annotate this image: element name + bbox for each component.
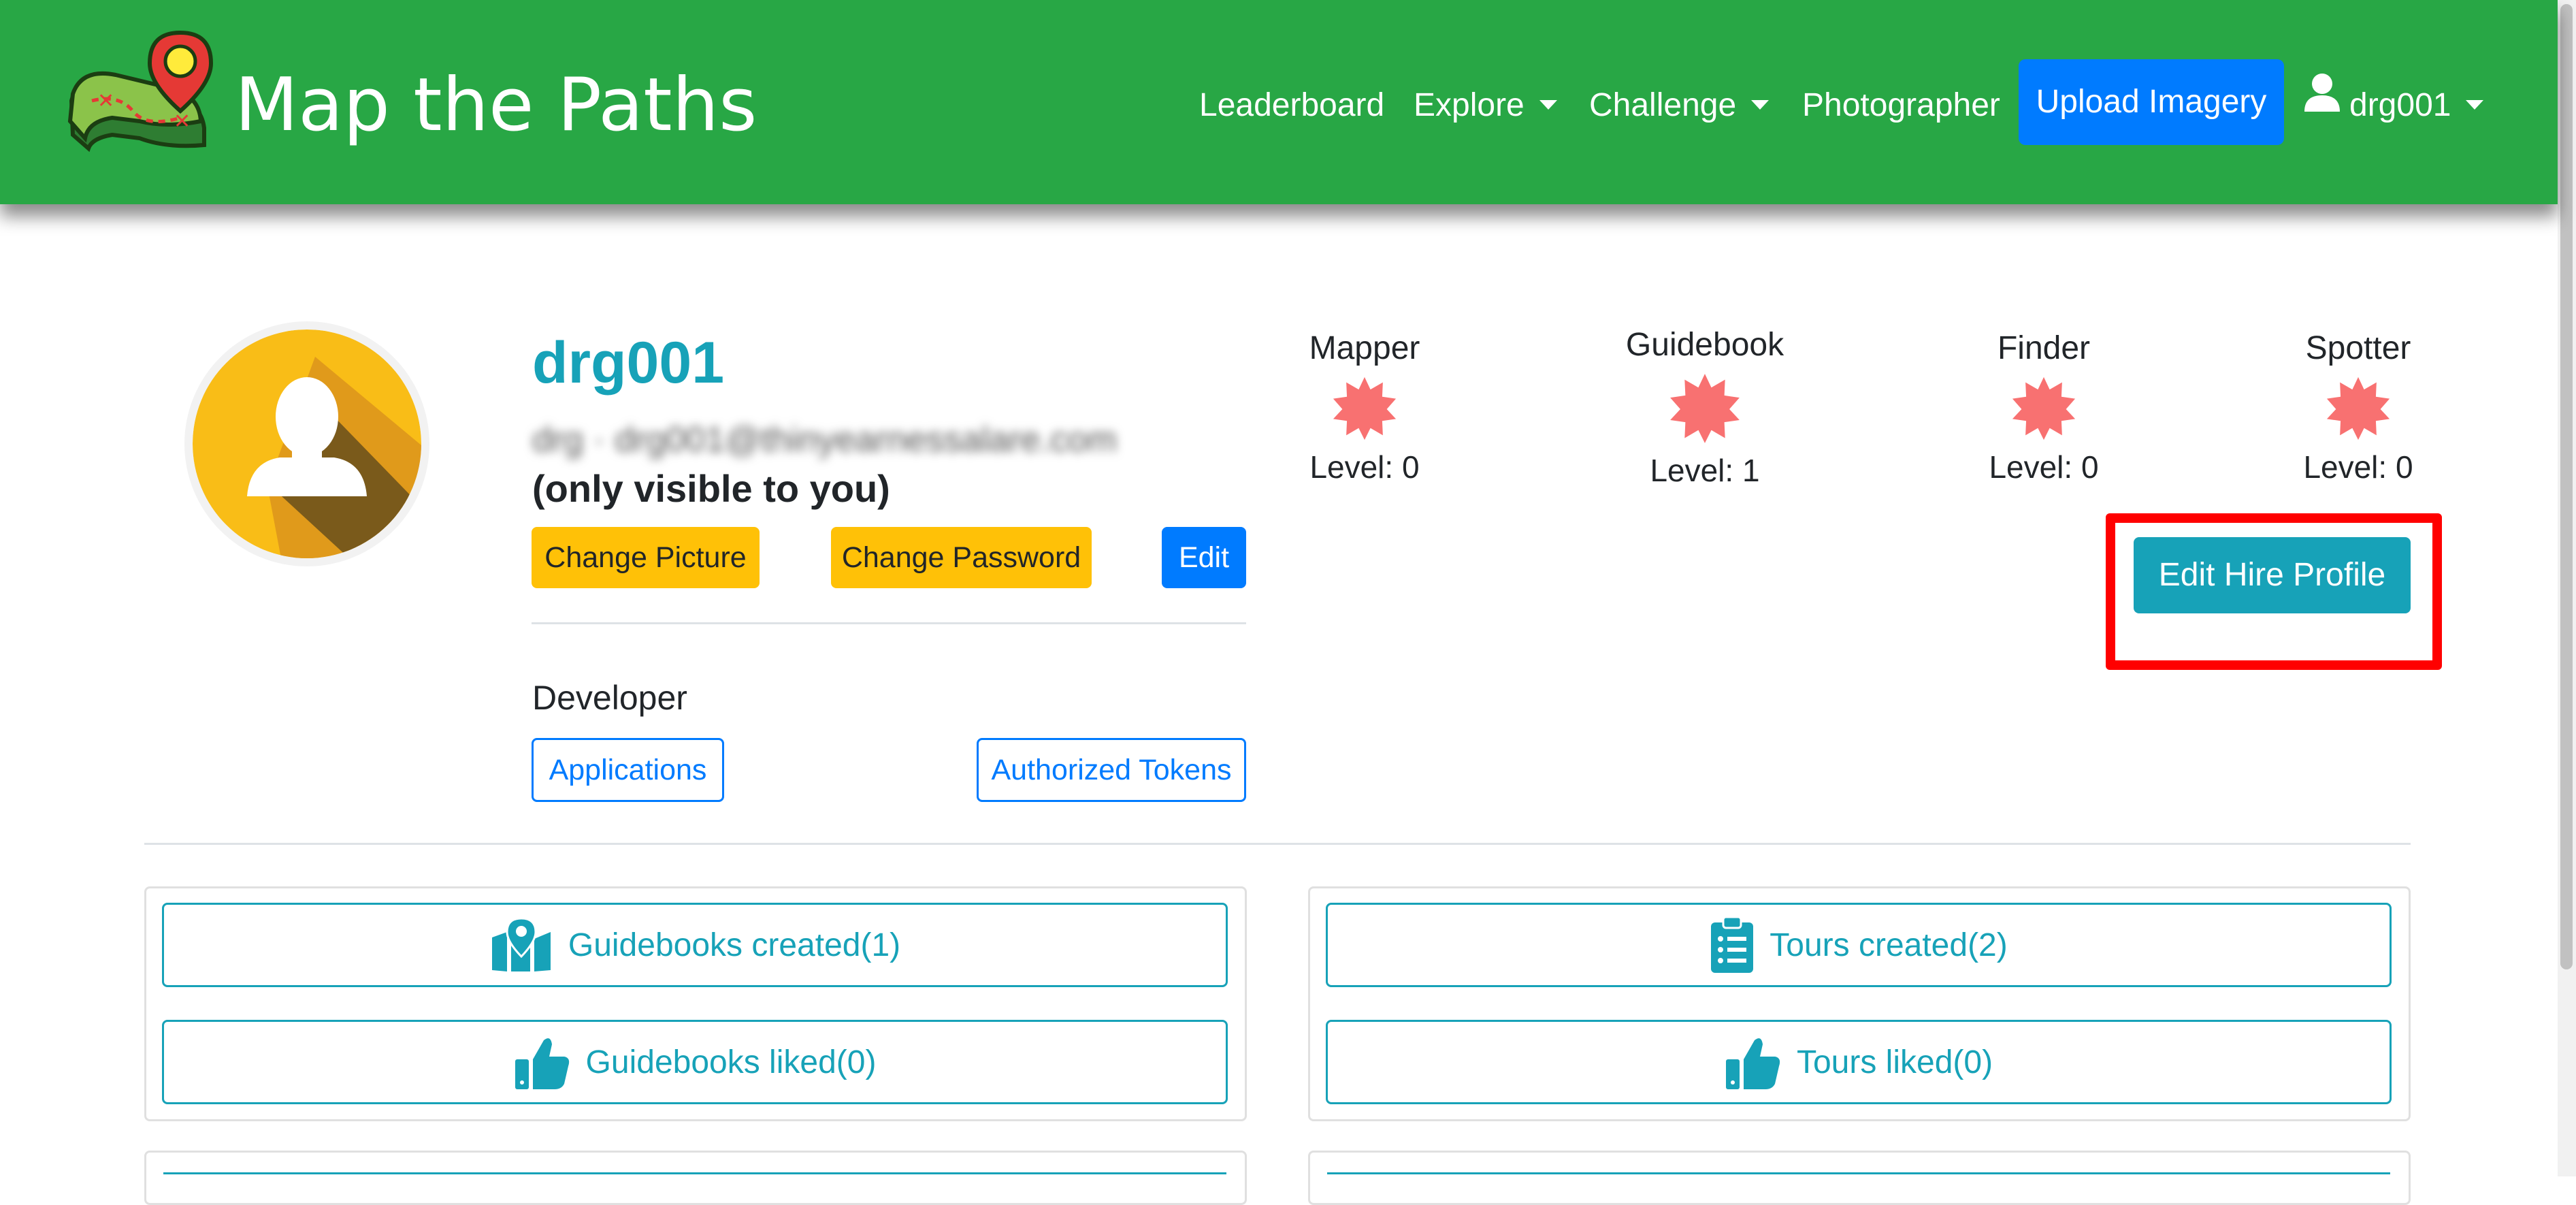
caret-down-icon — [1539, 100, 1557, 110]
thumbs-up-icon — [515, 1038, 569, 1089]
nav-challenge-label: Challenge — [1589, 87, 1737, 123]
caret-down-icon — [2466, 100, 2484, 110]
profile-email-blurred: drg · drg001@thinyearnessalare.com — [532, 420, 1118, 460]
edit-profile-button[interactable]: Edit — [1162, 527, 1246, 588]
badge-name: Mapper — [1309, 330, 1420, 366]
applications-button[interactable]: Applications — [532, 738, 724, 802]
upload-imagery-button[interactable]: Upload Imagery — [2019, 59, 2284, 145]
badge-name: Finder — [1997, 330, 2091, 366]
card-partial — [144, 1151, 1247, 1205]
guidebooks-created-button[interactable]: Guidebooks created(1) — [162, 903, 1228, 987]
nav-explore-label: Explore — [1414, 87, 1525, 123]
badge-level: Level: 1 — [1650, 453, 1760, 488]
svg-text:✕: ✕ — [174, 110, 191, 133]
card-button-partial — [1327, 1172, 2390, 1174]
profile-divider — [532, 622, 1246, 624]
tours-liked-label: Tours liked(0) — [1796, 1044, 1993, 1080]
badge-starburst-icon — [1670, 374, 1740, 443]
badge-name: Guidebook — [1625, 327, 1784, 363]
nav-photographer[interactable]: Photographer — [1802, 75, 2000, 136]
privacy-note: (only visible to you) — [532, 467, 890, 510]
user-icon — [2302, 72, 2343, 133]
nav-explore[interactable]: Explore — [1414, 75, 1557, 136]
avatar — [184, 321, 429, 566]
badge-level: Level: 0 — [2303, 449, 2413, 485]
guidebooks-created-label: Guidebooks created(1) — [568, 927, 901, 963]
nav-leaderboard[interactable]: Leaderboard — [1199, 75, 1384, 136]
top-navbar: ✕ ✕ Map the Paths Leaderboard Explore Ch… — [0, 0, 2558, 204]
thumbs-up-icon — [1725, 1038, 1780, 1089]
developer-label: Developer — [532, 679, 687, 717]
authorized-tokens-button[interactable]: Authorized Tokens — [977, 738, 1246, 802]
badge-guidebook: Guidebook Level: 1 — [1603, 323, 1807, 491]
badge-finder: Finder Level: 0 — [1942, 327, 2146, 487]
logo-map-icon[interactable]: ✕ ✕ — [65, 26, 214, 176]
change-picture-button[interactable]: Change Picture — [532, 527, 760, 588]
clipboard-list-icon — [1711, 916, 1754, 973]
tours-created-button[interactable]: Tours created(2) — [1326, 903, 2392, 987]
badge-starburst-icon — [2326, 376, 2390, 440]
badge-starburst-icon — [1333, 376, 1397, 440]
badge-level: Level: 0 — [1989, 449, 2099, 485]
card-button-partial — [163, 1172, 1226, 1174]
badge-level: Level: 0 — [1309, 449, 1420, 485]
change-password-button[interactable]: Change Password — [831, 527, 1092, 588]
badge-spotter: Spotter Level: 0 — [2256, 327, 2460, 487]
tours-liked-button[interactable]: Tours liked(0) — [1326, 1020, 2392, 1104]
guidebooks-liked-button[interactable]: Guidebooks liked(0) — [162, 1020, 1228, 1104]
profile-username: drg001 — [532, 330, 725, 396]
badge-mapper: Mapper Level: 0 — [1262, 327, 1467, 487]
guidebooks-liked-label: Guidebooks liked(0) — [585, 1044, 877, 1080]
user-menu-dropdown[interactable]: drg001 — [2302, 72, 2484, 136]
avatar-silhouette-icon — [193, 330, 421, 558]
tours-created-label: Tours created(2) — [1770, 927, 2008, 963]
badge-starburst-icon — [2012, 376, 2076, 440]
annotation-highlight-box — [2106, 513, 2442, 670]
nav-challenge[interactable]: Challenge — [1589, 75, 1770, 136]
section-divider — [144, 843, 2411, 845]
badge-name: Spotter — [2305, 330, 2411, 366]
user-menu-label: drg001 — [2349, 87, 2451, 123]
map-marker-icon — [491, 917, 551, 971]
caret-down-icon — [1751, 100, 1770, 110]
brand-title[interactable]: Map the Paths — [235, 54, 757, 157]
svg-text:✕: ✕ — [97, 89, 114, 113]
scrollbar-thumb[interactable] — [2560, 4, 2573, 969]
card-partial — [1308, 1151, 2411, 1205]
